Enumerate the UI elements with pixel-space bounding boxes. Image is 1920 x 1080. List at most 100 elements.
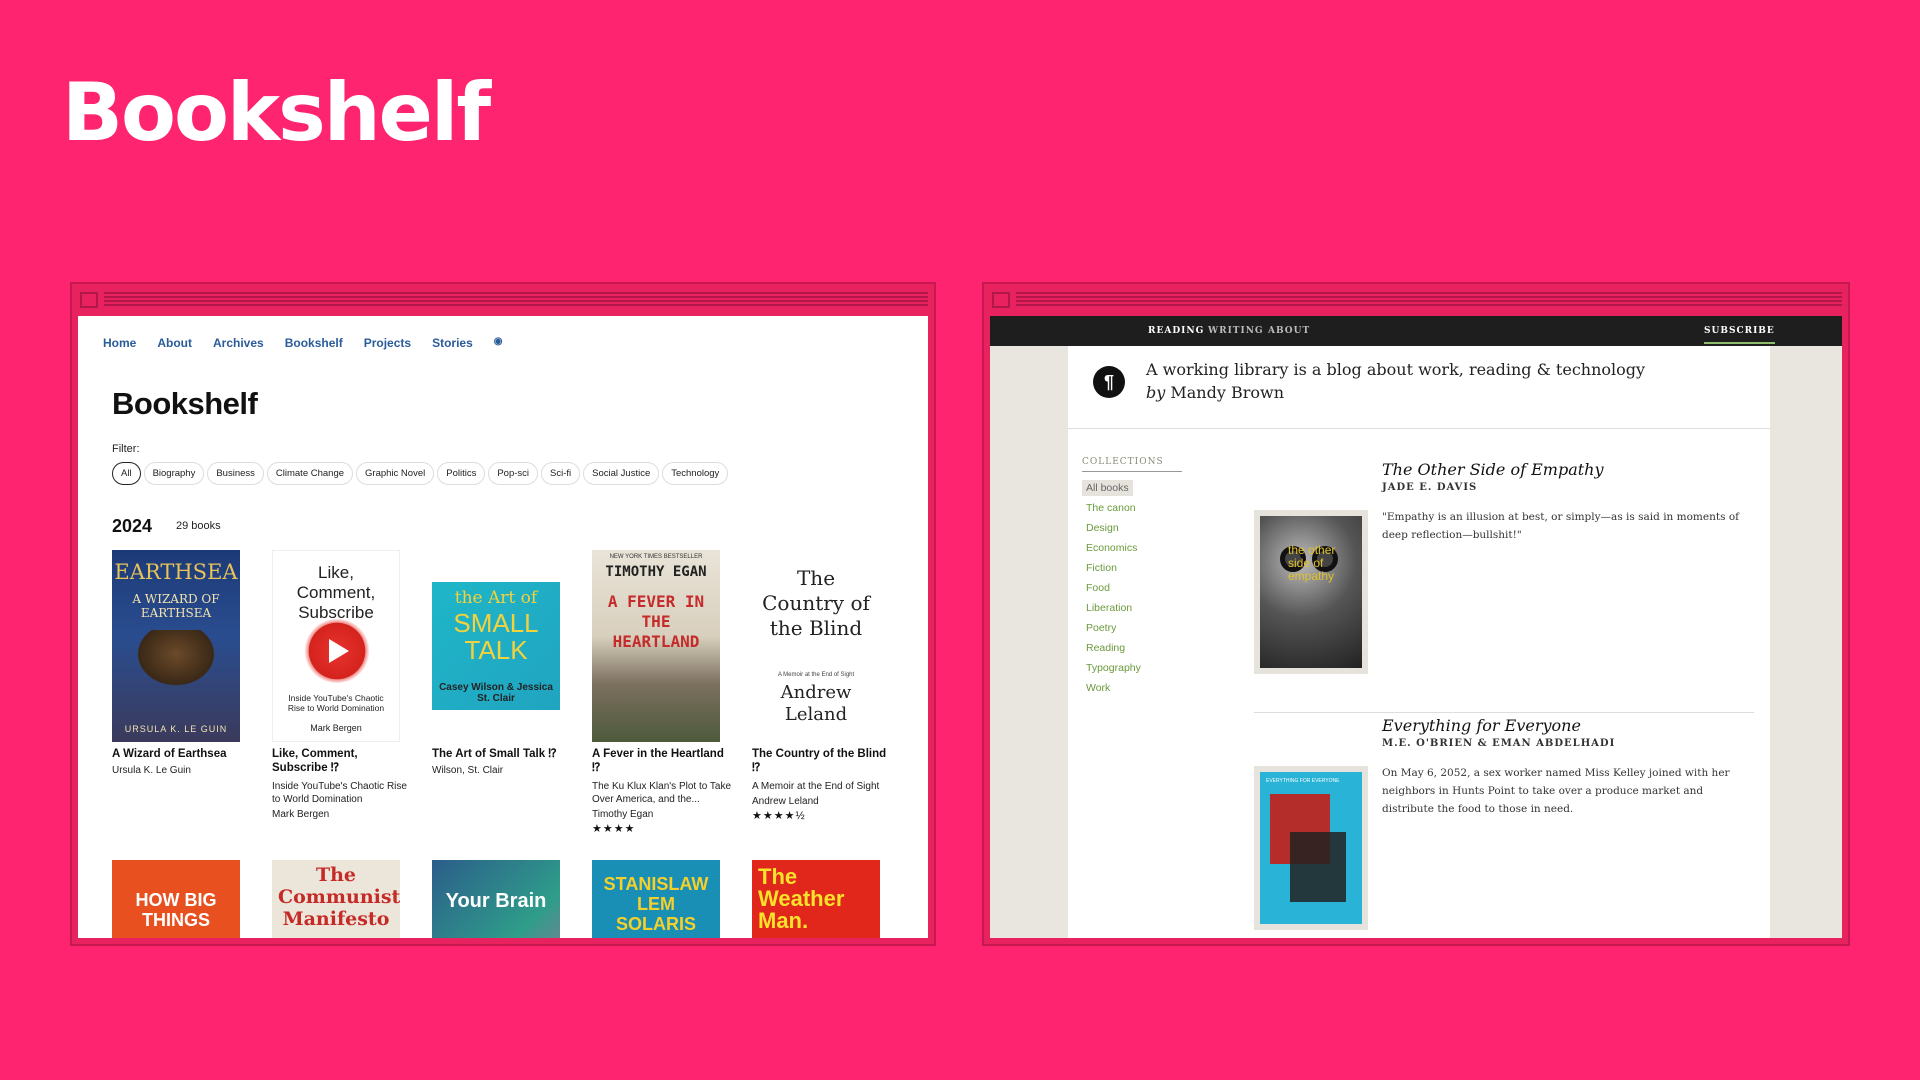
cover-text: Andrew Leland: [780, 682, 852, 725]
collection-design[interactable]: Design: [1082, 520, 1145, 540]
book-card[interactable]: EARTHSEA A WIZARD OF EARTHSEA URSULA K. …: [112, 550, 252, 776]
window-titlebar: [984, 284, 1848, 316]
collection-economics[interactable]: Economics: [1082, 540, 1145, 560]
collection-work[interactable]: Work: [1082, 680, 1145, 700]
book-author: Mark Bergen: [272, 808, 330, 820]
collection-poetry[interactable]: Poetry: [1082, 620, 1145, 640]
book-card[interactable]: The Communist Manifesto: [272, 860, 412, 938]
cover-text: STANISLAW LEM SOLARIS: [603, 874, 709, 934]
entry-title[interactable]: Everything for Everyone: [1382, 716, 1581, 735]
entry-description: On May 6, 2052, a sex worker named Miss …: [1382, 767, 1730, 815]
book-card[interactable]: HOW BIG THINGS: [112, 860, 252, 938]
book-entry: Everything for Everyone M.E. O'BRIEN & E…: [1254, 716, 1754, 938]
entry-divider: [1254, 712, 1754, 713]
entry-title[interactable]: The Other Side of Empathy: [1382, 460, 1604, 479]
filter-all[interactable]: All: [112, 462, 141, 485]
window-control[interactable]: [992, 292, 1010, 308]
collections-list: All books The canon Design Economics Fic…: [1082, 480, 1145, 700]
book-card[interactable]: Your Brain: [432, 860, 572, 938]
nav-stories[interactable]: Stories: [432, 336, 473, 350]
collection-typography[interactable]: Typography: [1082, 660, 1145, 680]
book-author: Wilson, St. Clair: [432, 764, 504, 776]
book-title[interactable]: Like, Comment, Subscribe ⁉: [272, 748, 412, 776]
filter-biography[interactable]: Biography: [143, 462, 205, 485]
site-author: Mandy Brown: [1170, 383, 1285, 402]
book-card[interactable]: NEW YORK TIMES BESTSELLER TIMOTHY EGAN A…: [592, 550, 732, 835]
nav-reading[interactable]: READING: [1148, 326, 1204, 336]
filter-pop-sci[interactable]: Pop-sci: [488, 462, 539, 485]
nav-archives[interactable]: Archives: [213, 336, 264, 350]
entry-description: "Empathy is an illusion at best, or simp…: [1382, 511, 1740, 541]
tagline-by: by: [1146, 383, 1166, 402]
map-shape: [1290, 832, 1346, 902]
nav-bookshelf[interactable]: Bookshelf: [285, 336, 343, 350]
collection-liberation[interactable]: Liberation: [1082, 600, 1145, 620]
book-subtitle: The Ku Klux Klan's Plot to Take Over Ame…: [592, 780, 732, 805]
book-cover[interactable]: NEW YORK TIMES BESTSELLER TIMOTHY EGAN A…: [592, 550, 720, 742]
cover-text: The Country of the Blind: [762, 566, 870, 640]
nav-writing[interactable]: WRITING: [1208, 326, 1264, 336]
nav-about[interactable]: About: [157, 336, 192, 350]
collection-fiction[interactable]: Fiction: [1082, 560, 1145, 580]
book-title[interactable]: A Wizard of Earthsea: [112, 748, 252, 762]
collection-food[interactable]: Food: [1082, 580, 1145, 600]
filter-graphic-novel[interactable]: Graphic Novel: [356, 462, 435, 485]
book-cover[interactable]: HOW BIG THINGS: [112, 860, 240, 938]
book-card[interactable]: The Weather Man.: [752, 860, 892, 938]
book-card[interactable]: the Art of SMALL TALK Casey Wilson & Jes…: [432, 550, 572, 776]
book-entry: The Other Side of Empathy JADE E. DAVIS …: [1254, 460, 1754, 680]
entry-author: JADE E. DAVIS: [1382, 482, 1478, 493]
collection-all-books[interactable]: All books: [1082, 480, 1133, 496]
entry-cover[interactable]: the other side of empathy: [1254, 510, 1368, 674]
nav-projects[interactable]: Projects: [364, 336, 411, 350]
collection-the-canon[interactable]: The canon: [1082, 500, 1145, 520]
subscribe-link[interactable]: SUBSCRIBE: [1704, 326, 1775, 344]
book-title[interactable]: A Fever in the Heartland ⁉: [592, 748, 732, 776]
book-card[interactable]: Like, Comment, Subscribe Inside YouTube'…: [272, 550, 412, 820]
filter-sci-fi[interactable]: Sci-fi: [541, 462, 581, 485]
book-card[interactable]: The Country of the Blind A Memoir at the…: [752, 550, 892, 822]
filter-politics[interactable]: Politics: [437, 462, 486, 485]
rss-icon[interactable]: ◉: [494, 336, 503, 350]
book-card[interactable]: STANISLAW LEM SOLARIS: [592, 860, 732, 938]
book-cover[interactable]: The Country of the Blind A Memoir at the…: [752, 550, 880, 742]
bookshelf-page: Home About Archives Bookshelf Projects S…: [78, 316, 928, 938]
cover-text: Inside YouTube's Chaotic Rise to World D…: [287, 693, 385, 713]
book-cover[interactable]: the Art of SMALL TALK Casey Wilson & Jes…: [432, 582, 560, 710]
book-cover-area: the Art of SMALL TALK Casey Wilson & Jes…: [432, 550, 560, 742]
book-author: Ursula K. Le Guin: [112, 764, 191, 776]
header-divider: [1068, 428, 1770, 429]
filter-climate-change[interactable]: Climate Change: [266, 462, 354, 485]
cover-text: the other side of empathy: [1288, 543, 1336, 583]
filter-technology[interactable]: Technology: [662, 462, 729, 485]
star-rating: ★★★★: [592, 822, 636, 835]
titlebar-stripes: [104, 292, 928, 308]
book-cover[interactable]: The Weather Man.: [752, 860, 880, 938]
collection-reading[interactable]: Reading: [1082, 640, 1145, 660]
cover-text: Your Brain: [445, 890, 547, 912]
nav-about[interactable]: ABOUT: [1268, 326, 1310, 336]
cover-text: EARTHSEA: [114, 560, 238, 584]
pilcrow-logo-icon[interactable]: ¶: [1093, 366, 1125, 398]
nav-home[interactable]: Home: [103, 336, 136, 350]
filter-business[interactable]: Business: [207, 462, 264, 485]
book-cover[interactable]: Like, Comment, Subscribe Inside YouTube'…: [272, 550, 400, 742]
site-tagline: A working library is a blog about work, …: [1146, 358, 1706, 404]
eagle-illustration: [132, 630, 220, 690]
slide-title: Bookshelf: [62, 66, 491, 159]
book-title[interactable]: The Art of Small Talk ⁉: [432, 748, 572, 762]
filter-social-justice[interactable]: Social Justice: [583, 462, 660, 485]
book-author: Andrew Leland: [752, 795, 819, 807]
page-title: Bookshelf: [112, 386, 258, 421]
book-cover[interactable]: EARTHSEA A WIZARD OF EARTHSEA URSULA K. …: [112, 550, 240, 742]
entry-cover[interactable]: EVERYTHING FOR EVERYONE: [1254, 766, 1368, 930]
book-title[interactable]: The Country of the Blind ⁉: [752, 748, 892, 776]
book-cover[interactable]: STANISLAW LEM SOLARIS: [592, 860, 720, 938]
cover-text: Like, Comment, Subscribe: [296, 563, 376, 622]
left-browser-window: Home About Archives Bookshelf Projects S…: [70, 282, 936, 946]
filter-label: Filter:: [112, 443, 140, 455]
window-control[interactable]: [80, 292, 98, 308]
book-cover[interactable]: The Communist Manifesto: [272, 860, 400, 938]
book-cover[interactable]: Your Brain: [432, 860, 560, 938]
working-library-page: READING WRITING ABOUT SUBSCRIBE ¶ A work…: [990, 316, 1842, 938]
